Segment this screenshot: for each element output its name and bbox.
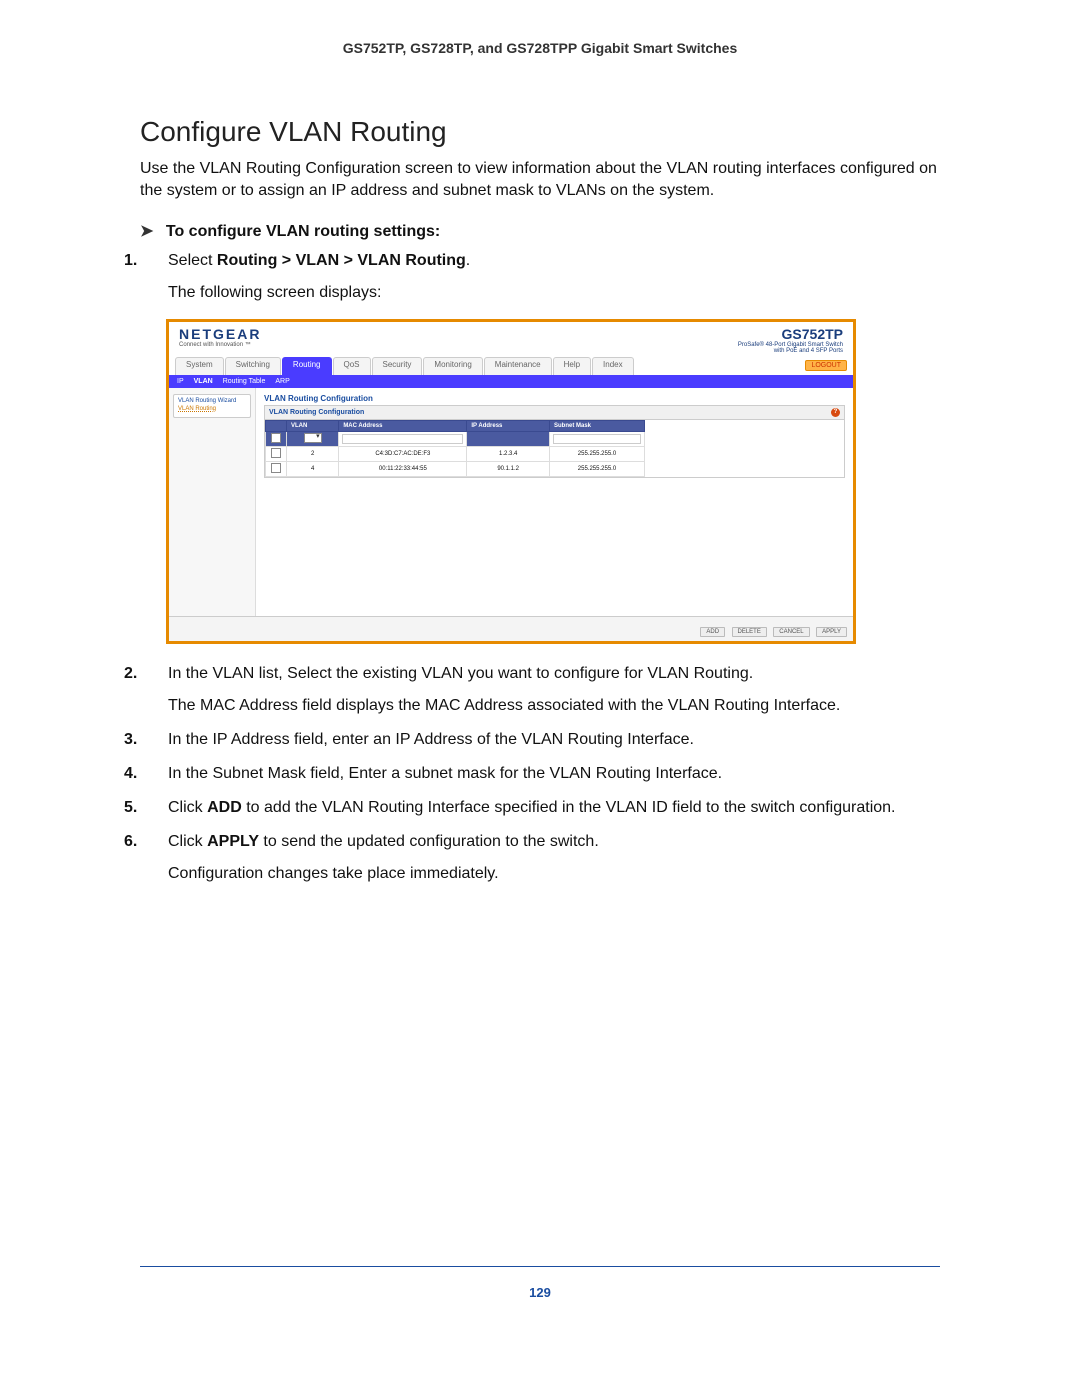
mac-input[interactable] (342, 434, 463, 444)
procedure-heading: ➤ To configure VLAN routing settings: (140, 221, 940, 241)
input-row (266, 431, 645, 446)
tab-maintenance[interactable]: Maintenance (484, 357, 552, 375)
vlan-table: VLAN MAC Address IP Address Subnet Mask (265, 420, 645, 477)
step-4-text: In the Subnet Mask field, Enter a subnet… (168, 765, 722, 782)
step-1: 1.Select Routing > VLAN > VLAN Routing. … (168, 249, 940, 305)
vlan-select[interactable] (304, 433, 322, 443)
step-4: 4.In the Subnet Mask field, Enter a subn… (168, 762, 940, 786)
step-3-text: In the IP Address field, enter an IP Add… (168, 731, 694, 748)
subtab-routing-table[interactable]: Routing Table (223, 378, 266, 385)
step-5: 5.Click ADD to add the VLAN Routing Inte… (168, 796, 940, 820)
cell-mask: 255.255.255.0 (549, 446, 644, 461)
step-6-sub: Configuration changes take place immedia… (168, 862, 940, 886)
step-2-sub: The MAC Address field displays the MAC A… (168, 694, 940, 718)
col-vlan: VLAN (287, 420, 339, 431)
cell-vlan: 2 (287, 446, 339, 461)
model-name: GS752TP (738, 326, 843, 342)
ip-input[interactable] (470, 434, 546, 444)
step-1-prefix: Select (168, 252, 217, 269)
delete-button[interactable]: DELETE (732, 627, 767, 637)
row-checkbox[interactable] (271, 463, 281, 473)
step-5-prefix: Click (168, 799, 207, 816)
subtab-arp[interactable]: ARP (275, 378, 289, 385)
cell-vlan: 4 (287, 461, 339, 476)
intro-paragraph: Use the VLAN Routing Configuration scree… (140, 158, 940, 203)
subtab-ip[interactable]: IP (177, 378, 184, 385)
cell-mac: C4:3D:C7:AC:DE:F3 (339, 446, 467, 461)
step-5-suffix: to add the VLAN Routing Interface specif… (242, 799, 896, 816)
col-mac: MAC Address (339, 420, 467, 431)
step-6-suffix: to send the updated configuration to the… (259, 833, 599, 850)
add-button[interactable]: ADD (700, 627, 725, 637)
sidenav-vlan-routing-wizard[interactable]: VLAN Routing Wizard (178, 398, 246, 406)
step-1-bold: Routing > VLAN > VLAN Routing (217, 252, 466, 269)
step-1-suffix: . (466, 252, 470, 269)
brand-tagline: Connect with Innovation ™ (179, 342, 261, 348)
panel-sub-title: VLAN Routing Configuration (269, 409, 364, 416)
row-checkbox[interactable] (271, 448, 281, 458)
tab-monitoring[interactable]: Monitoring (423, 357, 482, 375)
tab-routing[interactable]: Routing (282, 357, 332, 375)
logout-button[interactable]: LOGOUT (805, 360, 847, 371)
screenshot: NETGEAR Connect with Innovation ™ GS752T… (166, 319, 856, 644)
step-6-bold: APPLY (207, 833, 259, 850)
step-3: 3.In the IP Address field, enter an IP A… (168, 728, 940, 752)
cell-ip: 90.1.1.2 (467, 461, 550, 476)
table-row[interactable]: 4 00:11:22:33:44:55 90.1.1.2 255.255.255… (266, 461, 645, 476)
info-icon[interactable]: ? (831, 408, 840, 417)
step-6-prefix: Click (168, 833, 207, 850)
select-all-checkbox[interactable] (271, 433, 281, 443)
apply-button[interactable]: APPLY (816, 627, 847, 637)
cell-mac: 00:11:22:33:44:55 (339, 461, 467, 476)
cancel-button[interactable]: CANCEL (773, 627, 809, 637)
step-2-text: In the VLAN list, Select the existing VL… (168, 665, 753, 682)
tab-index[interactable]: Index (592, 357, 634, 375)
sidenav-vlan-routing[interactable]: VLAN Routing (178, 406, 246, 414)
step-1-sub: The following screen displays: (168, 281, 940, 305)
tab-system[interactable]: System (175, 357, 224, 375)
step-2: 2.In the VLAN list, Select the existing … (168, 662, 940, 718)
col-ip: IP Address (467, 420, 550, 431)
page-number: 129 (140, 1285, 940, 1300)
brand-logo: NETGEAR (179, 326, 261, 342)
footer-rule (140, 1266, 940, 1267)
col-mask: Subnet Mask (549, 420, 644, 431)
tab-security[interactable]: Security (372, 357, 423, 375)
cell-ip: 1.2.3.4 (467, 446, 550, 461)
procedure-heading-text: To configure VLAN routing settings: (166, 223, 440, 240)
step-5-bold: ADD (207, 799, 242, 816)
panel-title: VLAN Routing Configuration (264, 394, 845, 403)
tab-qos[interactable]: QoS (333, 357, 371, 375)
subtab-vlan[interactable]: VLAN (194, 378, 213, 385)
tab-help[interactable]: Help (553, 357, 591, 375)
doc-header: GS752TP, GS728TP, and GS728TPP Gigabit S… (140, 40, 940, 56)
tab-switching[interactable]: Switching (225, 357, 281, 375)
section-title: Configure VLAN Routing (140, 116, 940, 148)
arrow-icon: ➤ (140, 223, 153, 240)
table-row[interactable]: 2 C4:3D:C7:AC:DE:F3 1.2.3.4 255.255.255.… (266, 446, 645, 461)
model-sub1: ProSafe® 48-Port Gigabit Smart Switch (738, 342, 843, 349)
step-6: 6.Click APPLY to send the updated config… (168, 830, 940, 886)
cell-mask: 255.255.255.0 (549, 461, 644, 476)
col-check[interactable] (266, 420, 287, 431)
model-sub2: with PoE and 4 SFP Ports (738, 348, 843, 355)
mask-input[interactable] (553, 434, 641, 444)
